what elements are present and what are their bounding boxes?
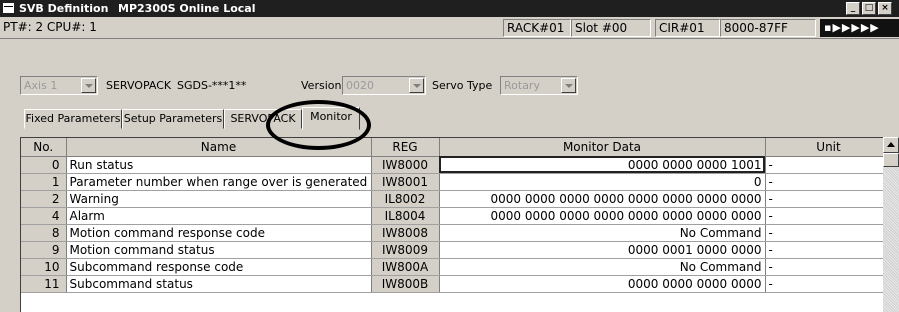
register-address: IW800A — [371, 258, 440, 276]
row-number: 1 — [21, 173, 67, 191]
monitor-value[interactable]: 0000 0000 0000 0000 0000 0000 0000 0000 — [439, 190, 766, 208]
version-select-value: 0020 — [346, 79, 374, 92]
row-number: 11 — [21, 275, 67, 293]
monitor-value[interactable]: No Command — [439, 258, 766, 276]
row-number: 0 — [21, 156, 67, 174]
unit-value: - — [765, 241, 893, 259]
register-address: IL8004 — [371, 207, 440, 225]
register-address: IW8008 — [371, 224, 440, 242]
rack-indicator: RACK#01 — [503, 19, 571, 37]
cir-indicator: CIR#01 — [655, 19, 720, 37]
status-row: PT#: 2 CPU#: 1 RACK#01 Slot #00 CIR#01 8… — [0, 17, 899, 39]
pt-cpu-label: PT#: 2 CPU#: 1 — [3, 20, 97, 34]
servo-type-select-value: Rotary — [504, 79, 540, 92]
chevron-down-icon[interactable] — [561, 78, 576, 93]
unit-value: - — [765, 173, 893, 191]
servopack-label: SERVOPACK — [106, 79, 172, 92]
unit-value: - — [765, 258, 893, 276]
column-header-monitor-data[interactable]: Monitor Data — [439, 138, 766, 157]
minimize-button[interactable]: _ — [846, 2, 860, 15]
chevron-down-icon[interactable] — [81, 78, 96, 93]
servopack-model: SGDS-***1** — [177, 79, 247, 92]
window-system-icon[interactable] — [3, 3, 14, 13]
chevron-down-icon[interactable] — [409, 78, 424, 93]
parameter-name: Motion command status — [66, 241, 372, 259]
monitor-table: No. Name REG Monitor Data Unit 0 Run sta… — [20, 137, 899, 312]
window-subtitle: MP2300S Online Local — [118, 2, 256, 15]
unit-value: - — [765, 190, 893, 208]
column-header-unit[interactable]: Unit — [765, 138, 893, 157]
svb-definition-window: SVB Definition MP2300S Online Local _ □ … — [0, 0, 899, 312]
parameter-name: Warning — [66, 190, 372, 208]
row-number: 9 — [21, 241, 67, 259]
unit-value: - — [765, 156, 893, 174]
table-row[interactable]: 11 Subcommand status IW800B 0000 0000 00… — [21, 275, 893, 293]
register-address: IW8001 — [371, 173, 440, 191]
register-address: IW800B — [371, 275, 440, 293]
table-row[interactable]: 2 Warning IL8002 0000 0000 0000 0000 000… — [21, 190, 893, 208]
monitor-value[interactable]: 0000 0001 0000 0000 — [439, 241, 766, 259]
slot-indicator: Slot #00 — [571, 19, 651, 37]
monitor-value[interactable]: 0 — [439, 173, 766, 191]
row-number: 4 — [21, 207, 67, 225]
parameter-name: Motion command response code — [66, 224, 372, 242]
register-address: IW8000 — [371, 156, 440, 174]
close-button[interactable]: × — [878, 2, 892, 15]
maximize-button[interactable]: □ — [862, 2, 876, 15]
unit-value: - — [765, 207, 893, 225]
unit-value: - — [765, 224, 893, 242]
version-select[interactable]: 0020 — [342, 76, 426, 95]
tab-fixed-parameters[interactable]: Fixed Parameters — [24, 109, 122, 129]
table-row[interactable]: 9 Motion command status IW8009 0000 0001… — [21, 241, 893, 259]
monitor-value[interactable]: No Command — [439, 224, 766, 242]
parameter-name: Alarm — [66, 207, 372, 225]
row-number: 2 — [21, 190, 67, 208]
table-row[interactable]: 0 Run status IW8000 0000 0000 0000 1001 … — [21, 156, 893, 174]
column-header-name[interactable]: Name — [66, 138, 372, 157]
row-number: 8 — [21, 224, 67, 242]
axis-select-value: Axis 1 — [24, 79, 58, 92]
tab-setup-parameters[interactable]: Setup Parameters — [122, 109, 224, 129]
window-title: SVB Definition — [19, 2, 109, 15]
table-row[interactable]: 8 Motion command response code IW8008 No… — [21, 224, 893, 242]
scrollbar-thumb[interactable] — [883, 153, 899, 167]
table-row[interactable]: 10 Subcommand response code IW800A No Co… — [21, 258, 893, 276]
monitor-value[interactable]: 0000 0000 0000 0000 — [439, 275, 766, 293]
monitor-value[interactable]: 0000 0000 0000 0000 0000 0000 0000 0000 — [439, 207, 766, 225]
parameter-name: Parameter number when range over is gene… — [66, 173, 372, 191]
column-header-reg[interactable]: REG — [371, 138, 440, 157]
register-range-indicator: 8000-87FF — [720, 19, 816, 37]
register-address: IW8009 — [371, 241, 440, 259]
parameter-name: Subcommand response code — [66, 258, 372, 276]
communication-status-icon: ▪▶▶▶▶▶ — [820, 19, 899, 37]
tab-monitor[interactable]: Monitor — [302, 107, 360, 130]
unit-value: - — [765, 275, 893, 293]
table-header-row: No. Name REG Monitor Data Unit — [21, 138, 893, 157]
title-bar: SVB Definition MP2300S Online Local _ □ … — [0, 0, 899, 17]
tab-servopack[interactable]: SERVOPACK — [224, 109, 302, 129]
row-number: 10 — [21, 258, 67, 276]
table-row[interactable]: 4 Alarm IL8004 0000 0000 0000 0000 0000 … — [21, 207, 893, 225]
servo-type-select[interactable]: Rotary — [500, 76, 578, 95]
parameter-name: Subcommand status — [66, 275, 372, 293]
servo-type-label: Servo Type — [432, 79, 493, 92]
scroll-up-icon[interactable] — [883, 137, 899, 153]
column-header-no[interactable]: No. — [21, 138, 67, 157]
axis-select[interactable]: Axis 1 — [20, 76, 98, 95]
vertical-scrollbar[interactable] — [883, 137, 899, 312]
table-row[interactable]: 1 Parameter number when range over is ge… — [21, 173, 893, 191]
register-address: IL8002 — [371, 190, 440, 208]
version-label: Version — [301, 79, 342, 92]
parameter-name: Run status — [66, 156, 372, 174]
monitor-value[interactable]: 0000 0000 0000 1001 — [439, 156, 766, 174]
